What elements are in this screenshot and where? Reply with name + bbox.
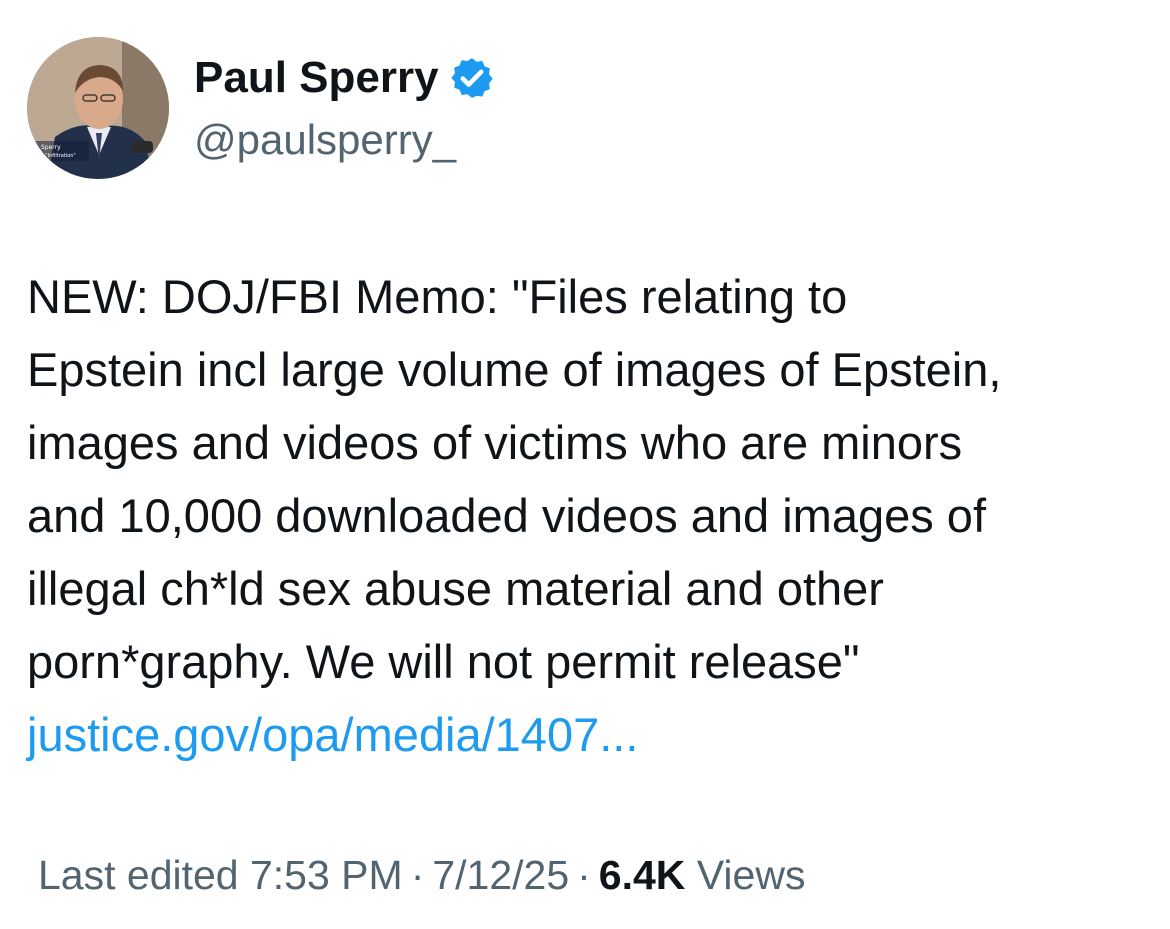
tweet-meta: Last edited 7:53 PM · 7/12/25 · 6.4K Views [38, 848, 805, 902]
tweet-text-line: and 10,000 downloaded videos and images … [27, 489, 987, 542]
tweet-text-line: Epstein incl large volume of images of E… [27, 343, 1002, 396]
tweet-text: NEW: DOJ/FBI Memo: "Files relating to Ep… [27, 260, 1152, 771]
avatar-caption-line2: or, "Infiltration" [37, 153, 76, 159]
views-count: 6.4K [598, 852, 686, 898]
tweet-text-line: images and videos of victims who are min… [27, 416, 963, 469]
meta-separator: · [577, 852, 591, 898]
tweet-text-line: illegal ch*ld sex abuse material and oth… [27, 562, 884, 615]
author-handle[interactable]: @paulsperry_ [194, 115, 456, 165]
tweet-text-line: porn*graphy. We will not permit release" [27, 635, 860, 688]
author-name-row[interactable]: Paul Sperry [194, 52, 495, 104]
author-name[interactable]: Paul Sperry [194, 52, 439, 104]
tweet-date[interactable]: 7/12/25 [432, 852, 569, 898]
edited-timestamp[interactable]: Last edited 7:53 PM [38, 852, 403, 898]
meta-separator: · [410, 852, 425, 898]
avatar-caption-line1: Sperry [41, 144, 61, 151]
tweet-link[interactable]: justice.gov/opa/media/1407... [27, 698, 1152, 771]
views-label: Views [696, 852, 806, 898]
avatar-image: Sperry or, "Infiltration" [27, 37, 169, 179]
avatar[interactable]: Sperry or, "Infiltration" [27, 37, 169, 179]
tweet-text-line: NEW: DOJ/FBI Memo: "Files relating to [27, 270, 848, 323]
verified-badge-icon[interactable] [449, 55, 495, 101]
